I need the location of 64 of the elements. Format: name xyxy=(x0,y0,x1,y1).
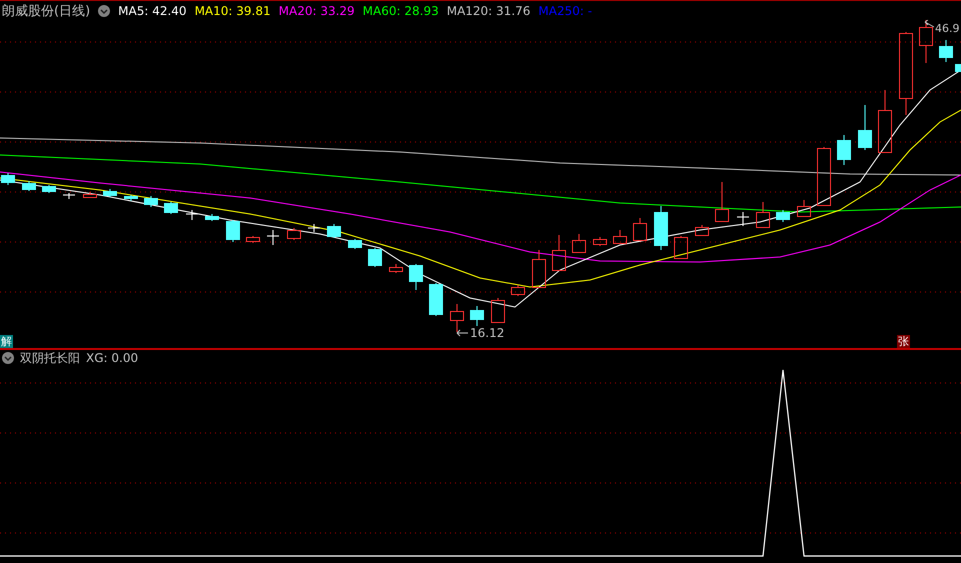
candlestick xyxy=(409,264,423,290)
candlestick xyxy=(817,146,831,206)
moving-average-label: MA60: 28.93 xyxy=(362,4,439,18)
candlestick xyxy=(756,202,770,228)
candlestick xyxy=(22,180,36,192)
candlestick xyxy=(532,250,546,288)
candlestick xyxy=(308,224,320,232)
moving-average-label: MA120: 31.76 xyxy=(446,4,530,18)
candlestick xyxy=(1,172,15,186)
dropdown-icon[interactable] xyxy=(2,352,14,364)
candlestick xyxy=(389,264,403,274)
candlestick xyxy=(939,40,953,62)
candlestick xyxy=(42,184,56,194)
candlestick xyxy=(246,236,260,244)
candlestick xyxy=(633,218,647,242)
candlestick xyxy=(858,104,872,150)
indicator-reading: XG: 0.00 xyxy=(86,351,138,365)
price-label: 46.9 xyxy=(935,22,960,35)
candlestick xyxy=(164,202,178,214)
candlestick xyxy=(715,182,729,222)
moving-average-label: MA10: 39.81 xyxy=(194,4,271,18)
candlestick xyxy=(572,234,586,254)
candlestick xyxy=(205,214,219,222)
event-marker[interactable]: 张 xyxy=(897,335,910,348)
arrow-icon xyxy=(924,20,934,28)
candlestick xyxy=(837,134,851,166)
candlestick xyxy=(103,188,117,198)
candlestick xyxy=(327,224,341,238)
dropdown-icon[interactable] xyxy=(98,4,110,16)
candlestick xyxy=(368,248,382,268)
candlestick xyxy=(491,298,505,324)
candlestick xyxy=(186,210,198,220)
candlestick xyxy=(613,230,627,244)
candlestick xyxy=(955,64,961,72)
arrow-icon xyxy=(456,330,468,336)
candlestick xyxy=(226,220,240,242)
candlestick xyxy=(674,236,688,260)
candlestick xyxy=(266,230,280,246)
candlestick xyxy=(878,90,892,154)
moving-average-label: MA20: 33.29 xyxy=(278,4,355,18)
price-label: 16.12 xyxy=(470,326,504,340)
event-marker[interactable]: 解 xyxy=(0,335,13,348)
candlestick xyxy=(348,238,362,250)
candlestick xyxy=(124,194,138,202)
candlestick xyxy=(797,200,811,218)
candlestick xyxy=(470,306,484,326)
candlestick xyxy=(287,228,301,240)
candlestick xyxy=(695,224,709,236)
candlestick xyxy=(144,196,158,208)
candlestick xyxy=(450,304,464,332)
candlestick xyxy=(552,234,566,272)
candlestick xyxy=(593,236,607,246)
moving-average-label: MA250: - xyxy=(538,4,592,18)
candlestick xyxy=(62,192,76,200)
candlestick xyxy=(429,282,443,316)
candlestick xyxy=(654,206,668,250)
candlestick xyxy=(511,284,525,296)
candlestick xyxy=(919,20,933,64)
candlestick xyxy=(83,192,97,198)
moving-average-label: MA5: 42.40 xyxy=(118,4,187,18)
indicator-title: 双阴托长阳 xyxy=(20,350,80,366)
candlestick xyxy=(776,210,790,222)
chart-title: 朗威股份(日线) xyxy=(2,2,90,20)
candlestick xyxy=(736,212,750,226)
